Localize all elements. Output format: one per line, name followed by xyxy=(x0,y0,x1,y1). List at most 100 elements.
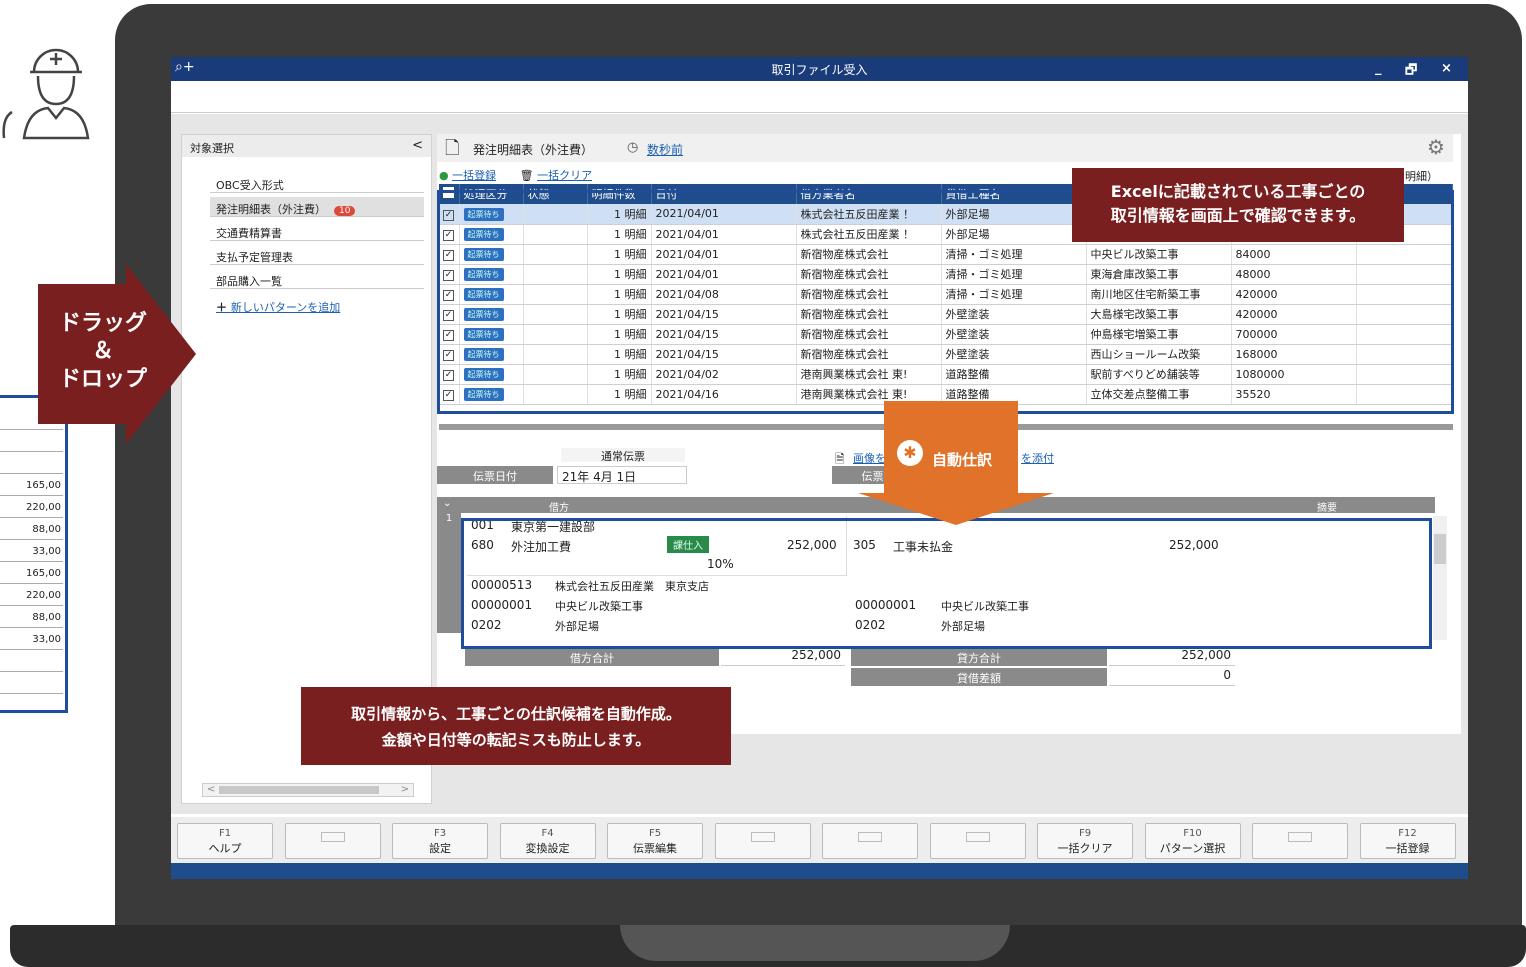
debit-total-value: 252,000 xyxy=(721,648,845,666)
excel-row xyxy=(0,650,63,672)
pattern-label: 支払予定管理表 xyxy=(216,251,293,264)
expand-icon[interactable]: ⌄ xyxy=(443,498,451,509)
stage: 165,00 220,00 88,00 33,00 165,00 220,00 88,00 3… xyxy=(0,0,1526,967)
fkey-empty[interactable] xyxy=(284,823,381,859)
fkey-number: F4 xyxy=(541,828,554,839)
line-number: 1 xyxy=(437,513,461,633)
ai-brain-icon: ✱ xyxy=(897,440,923,466)
fkey-number: F3 xyxy=(433,828,447,839)
callout-line1: 取引情報から、工事ごとの仕訳候補を自動作成。 xyxy=(351,705,681,723)
trash-icon: 🗑 xyxy=(519,169,534,182)
count-badge: 10 xyxy=(334,206,356,216)
drag-drop-line1: ドラッグ xyxy=(58,311,147,336)
credit-total-label: 貸方合計 xyxy=(851,648,1107,666)
credit-total-value: 252,000 xyxy=(1109,648,1235,666)
panel-header: 対象選択 < xyxy=(182,135,431,157)
pattern-label: 交通費精算書 xyxy=(216,227,282,240)
callout-line1: Excelに記載されている工事ごとの xyxy=(1110,182,1366,201)
excel-cell: 88,00 xyxy=(0,518,63,540)
fkey-label: 設定 xyxy=(429,842,451,855)
fkey-f10[interactable]: F10 パターン選択 xyxy=(1144,823,1241,859)
excel-cell: 88,00 xyxy=(0,606,63,628)
panel-title: 対象選択 xyxy=(190,142,234,155)
fkey-f3[interactable]: F3 設定 xyxy=(392,823,488,859)
scroll-left-button[interactable]: < xyxy=(207,784,215,795)
fkey-blank xyxy=(965,832,990,842)
fkey-empty[interactable] xyxy=(714,823,811,859)
fkey-blank xyxy=(858,832,882,842)
collapse-button[interactable]: < xyxy=(412,138,423,153)
balance-diff-value: 0 xyxy=(1109,668,1235,686)
excel-row xyxy=(0,452,63,474)
fkey-f12[interactable]: F12 一括登録 xyxy=(1359,823,1456,859)
fkey-label: 伝票編集 xyxy=(633,842,677,855)
time-link[interactable]: 数秒前 xyxy=(647,141,683,158)
fkey-blank xyxy=(750,832,775,842)
drag-drop-line2: ＆ xyxy=(91,339,114,364)
bulk-register-link[interactable]: 一括登録 xyxy=(452,169,496,182)
fkey-empty[interactable] xyxy=(929,823,1026,859)
fkey-number: F1 xyxy=(218,828,232,839)
scroll-thumb[interactable] xyxy=(219,786,379,794)
worker-icon xyxy=(2,48,90,140)
excel-cell: 33,00 xyxy=(0,540,63,562)
excel-cell: 165,00 xyxy=(0,562,63,584)
excel-info-callout: Excelに記載されている工事ごとの 取引情報を画面上で確認できます。 xyxy=(1072,168,1404,242)
journal-scrollbar[interactable] xyxy=(1433,516,1447,640)
fkey-number: F12 xyxy=(1398,828,1417,839)
fkey-number: F9 xyxy=(1078,828,1092,839)
drag-drop-label: ドラッグ ＆ ドロップ xyxy=(40,310,166,394)
pattern-item-order-detail[interactable]: 発注明細表（外注費） 10 xyxy=(210,197,424,217)
add-pattern-link[interactable]: ＋ 新しいパターンを追加 xyxy=(216,299,340,315)
gear-icon[interactable]: ⚙ xyxy=(1427,135,1445,159)
close-button[interactable]: × xyxy=(1441,61,1452,76)
check-circle-icon: ● xyxy=(439,169,449,182)
fkey-blank xyxy=(1288,832,1312,842)
excel-cell: 165,00 xyxy=(0,474,63,496)
laptop-notch xyxy=(620,925,1010,961)
fkey-f4[interactable]: F4 変換設定 xyxy=(499,823,596,859)
debit-header: 借方 xyxy=(549,503,569,514)
fkey-empty[interactable] xyxy=(1252,823,1348,859)
callout-line2: 取引情報を画面上で確認できます。 xyxy=(1110,206,1366,225)
excel-row xyxy=(0,672,63,694)
balance-diff-label: 貸借差額 xyxy=(851,668,1107,686)
pattern-item-obc[interactable]: OBC受入形式 xyxy=(210,173,424,193)
voucher-date-label: 伝票日付 xyxy=(437,466,553,484)
journal-highlight xyxy=(461,518,1432,649)
fkey-label: パターン選択 xyxy=(1159,842,1226,855)
file-header: 🗋 発注明細表（外注費） ◷ 数秒前 ⚙ xyxy=(437,134,1453,162)
fkey-number: F10 xyxy=(1183,828,1202,839)
pattern-label: 発注明細表（外注費） xyxy=(216,203,326,216)
pattern-item-payment[interactable]: 支払予定管理表 xyxy=(210,245,424,265)
voucher-date-input[interactable]: 21年 4月 1日 xyxy=(557,466,687,484)
pattern-label: OBC受入形式 xyxy=(216,179,284,192)
fkey-f5[interactable]: F5 伝票編集 xyxy=(607,823,703,859)
restore-button[interactable]: 🗗 xyxy=(1405,61,1417,83)
pattern-item-parts[interactable]: 部品購入一覧 xyxy=(210,269,424,289)
fkey-f1[interactable]: F1 ヘルプ xyxy=(177,823,273,859)
scroll-right-button[interactable]: > xyxy=(401,784,409,795)
drag-drop-line3: ドロップ xyxy=(58,367,147,392)
fkey-label: 一括クリア xyxy=(1057,842,1113,855)
scroll-thumb[interactable] xyxy=(1434,534,1446,564)
fkey-f9[interactable]: F9 一括クリア xyxy=(1037,823,1133,859)
voucher-type: 通常伝票 xyxy=(561,448,685,463)
plus-icon: ＋ xyxy=(216,301,231,314)
horizontal-scrollbar[interactable]: < > xyxy=(202,783,414,797)
add-pattern-label: 新しいパターンを追加 xyxy=(230,301,341,314)
auto-journal-label: 自動仕訳 xyxy=(932,451,993,469)
file-icon: 🗋 xyxy=(445,138,460,159)
detail-label: 明細） xyxy=(1405,170,1438,183)
excel-cell: 220,00 xyxy=(0,496,63,518)
debit-total-label: 借方合計 xyxy=(465,648,719,666)
fkey-empty[interactable] xyxy=(822,823,918,859)
bulk-clear-link[interactable]: 一括クリア xyxy=(537,169,592,182)
window-title: 取引ファイル受入 xyxy=(771,63,868,77)
bulk-actions: ● 一括登録 🗑 一括クリア xyxy=(439,167,592,183)
excel-cell: 220,00 xyxy=(0,584,63,606)
pattern-item-travel[interactable]: 交通費精算書 xyxy=(210,221,424,241)
function-key-bar: F1 ヘルプ F3 設定 F4 変換設定 F5 伝票編集 F9 一括クリア F10 パターン選択 F12… xyxy=(171,817,1468,863)
minimize-button[interactable]: _ xyxy=(1375,61,1382,76)
file-name: 発注明細表（外注費） xyxy=(473,143,594,157)
